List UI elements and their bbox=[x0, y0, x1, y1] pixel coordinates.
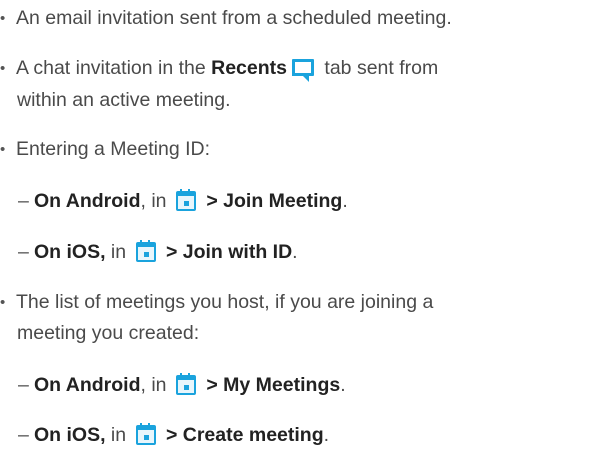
sub-list-item: – On Android, in > My Meetings. bbox=[18, 373, 346, 397]
calendar-icon bbox=[175, 189, 196, 211]
chat-icon bbox=[292, 59, 314, 82]
item-text: . bbox=[342, 190, 348, 212]
menu-path: > Create meeting bbox=[160, 424, 324, 446]
item-text: . bbox=[292, 241, 298, 263]
item-text: . bbox=[323, 424, 330, 446]
item-text: in bbox=[105, 241, 132, 263]
bullet-glyph: • bbox=[0, 294, 6, 311]
recents-tab-name: Recents bbox=[211, 57, 287, 79]
item-text: in bbox=[105, 424, 132, 446]
list-item: • Entering a Meeting ID: bbox=[0, 137, 210, 161]
platform-label: On Android bbox=[34, 190, 141, 212]
menu-path: > My Meetings bbox=[200, 374, 341, 396]
item-text: An email invitation sent from a schedule… bbox=[16, 7, 452, 29]
item-text: , in bbox=[140, 374, 172, 396]
menu-path: > Join with ID bbox=[160, 241, 293, 263]
list-item-continuation: within an active meeting. bbox=[17, 88, 231, 112]
item-text: A chat invitation in the bbox=[16, 57, 212, 79]
item-text: tab sent from bbox=[319, 57, 439, 79]
calendar-icon bbox=[175, 373, 196, 395]
list-item: • The list of meetings you host, if you a… bbox=[0, 290, 433, 314]
bullet-glyph: • bbox=[0, 60, 6, 77]
item-text: Entering a Meeting ID: bbox=[16, 138, 211, 160]
list-item-continuation: meeting you created: bbox=[17, 321, 199, 345]
platform-label: On Android bbox=[34, 374, 141, 396]
dash-glyph: – bbox=[18, 241, 29, 263]
document-body: • An email invitation sent from a schedul… bbox=[0, 0, 590, 454]
platform-label: On iOS, bbox=[34, 241, 106, 263]
calendar-icon bbox=[135, 240, 156, 262]
item-text: . bbox=[340, 374, 346, 396]
sub-list-item: – On iOS, in > Create meeting. bbox=[18, 423, 329, 447]
list-item: • An email invitation sent from a schedul… bbox=[0, 6, 452, 30]
bullet-glyph: • bbox=[0, 141, 6, 158]
item-text: meeting you created: bbox=[17, 322, 200, 344]
item-text: within an active meeting. bbox=[17, 89, 231, 111]
sub-list-item: – On iOS, in > Join with ID. bbox=[18, 240, 298, 264]
menu-path: > Join Meeting bbox=[200, 190, 343, 212]
calendar-icon bbox=[135, 423, 156, 445]
bullet-glyph: • bbox=[0, 10, 6, 27]
dash-glyph: – bbox=[18, 424, 29, 446]
item-text: The list of meetings you host, if you ar… bbox=[16, 291, 434, 313]
dash-glyph: – bbox=[18, 374, 29, 396]
list-item: • A chat invitation in the Recents tab se… bbox=[0, 56, 439, 82]
dash-glyph: – bbox=[18, 190, 29, 212]
sub-list-item: – On Android, in > Join Meeting. bbox=[18, 189, 348, 213]
item-text: , in bbox=[140, 190, 172, 212]
platform-label: On iOS, bbox=[34, 424, 106, 446]
